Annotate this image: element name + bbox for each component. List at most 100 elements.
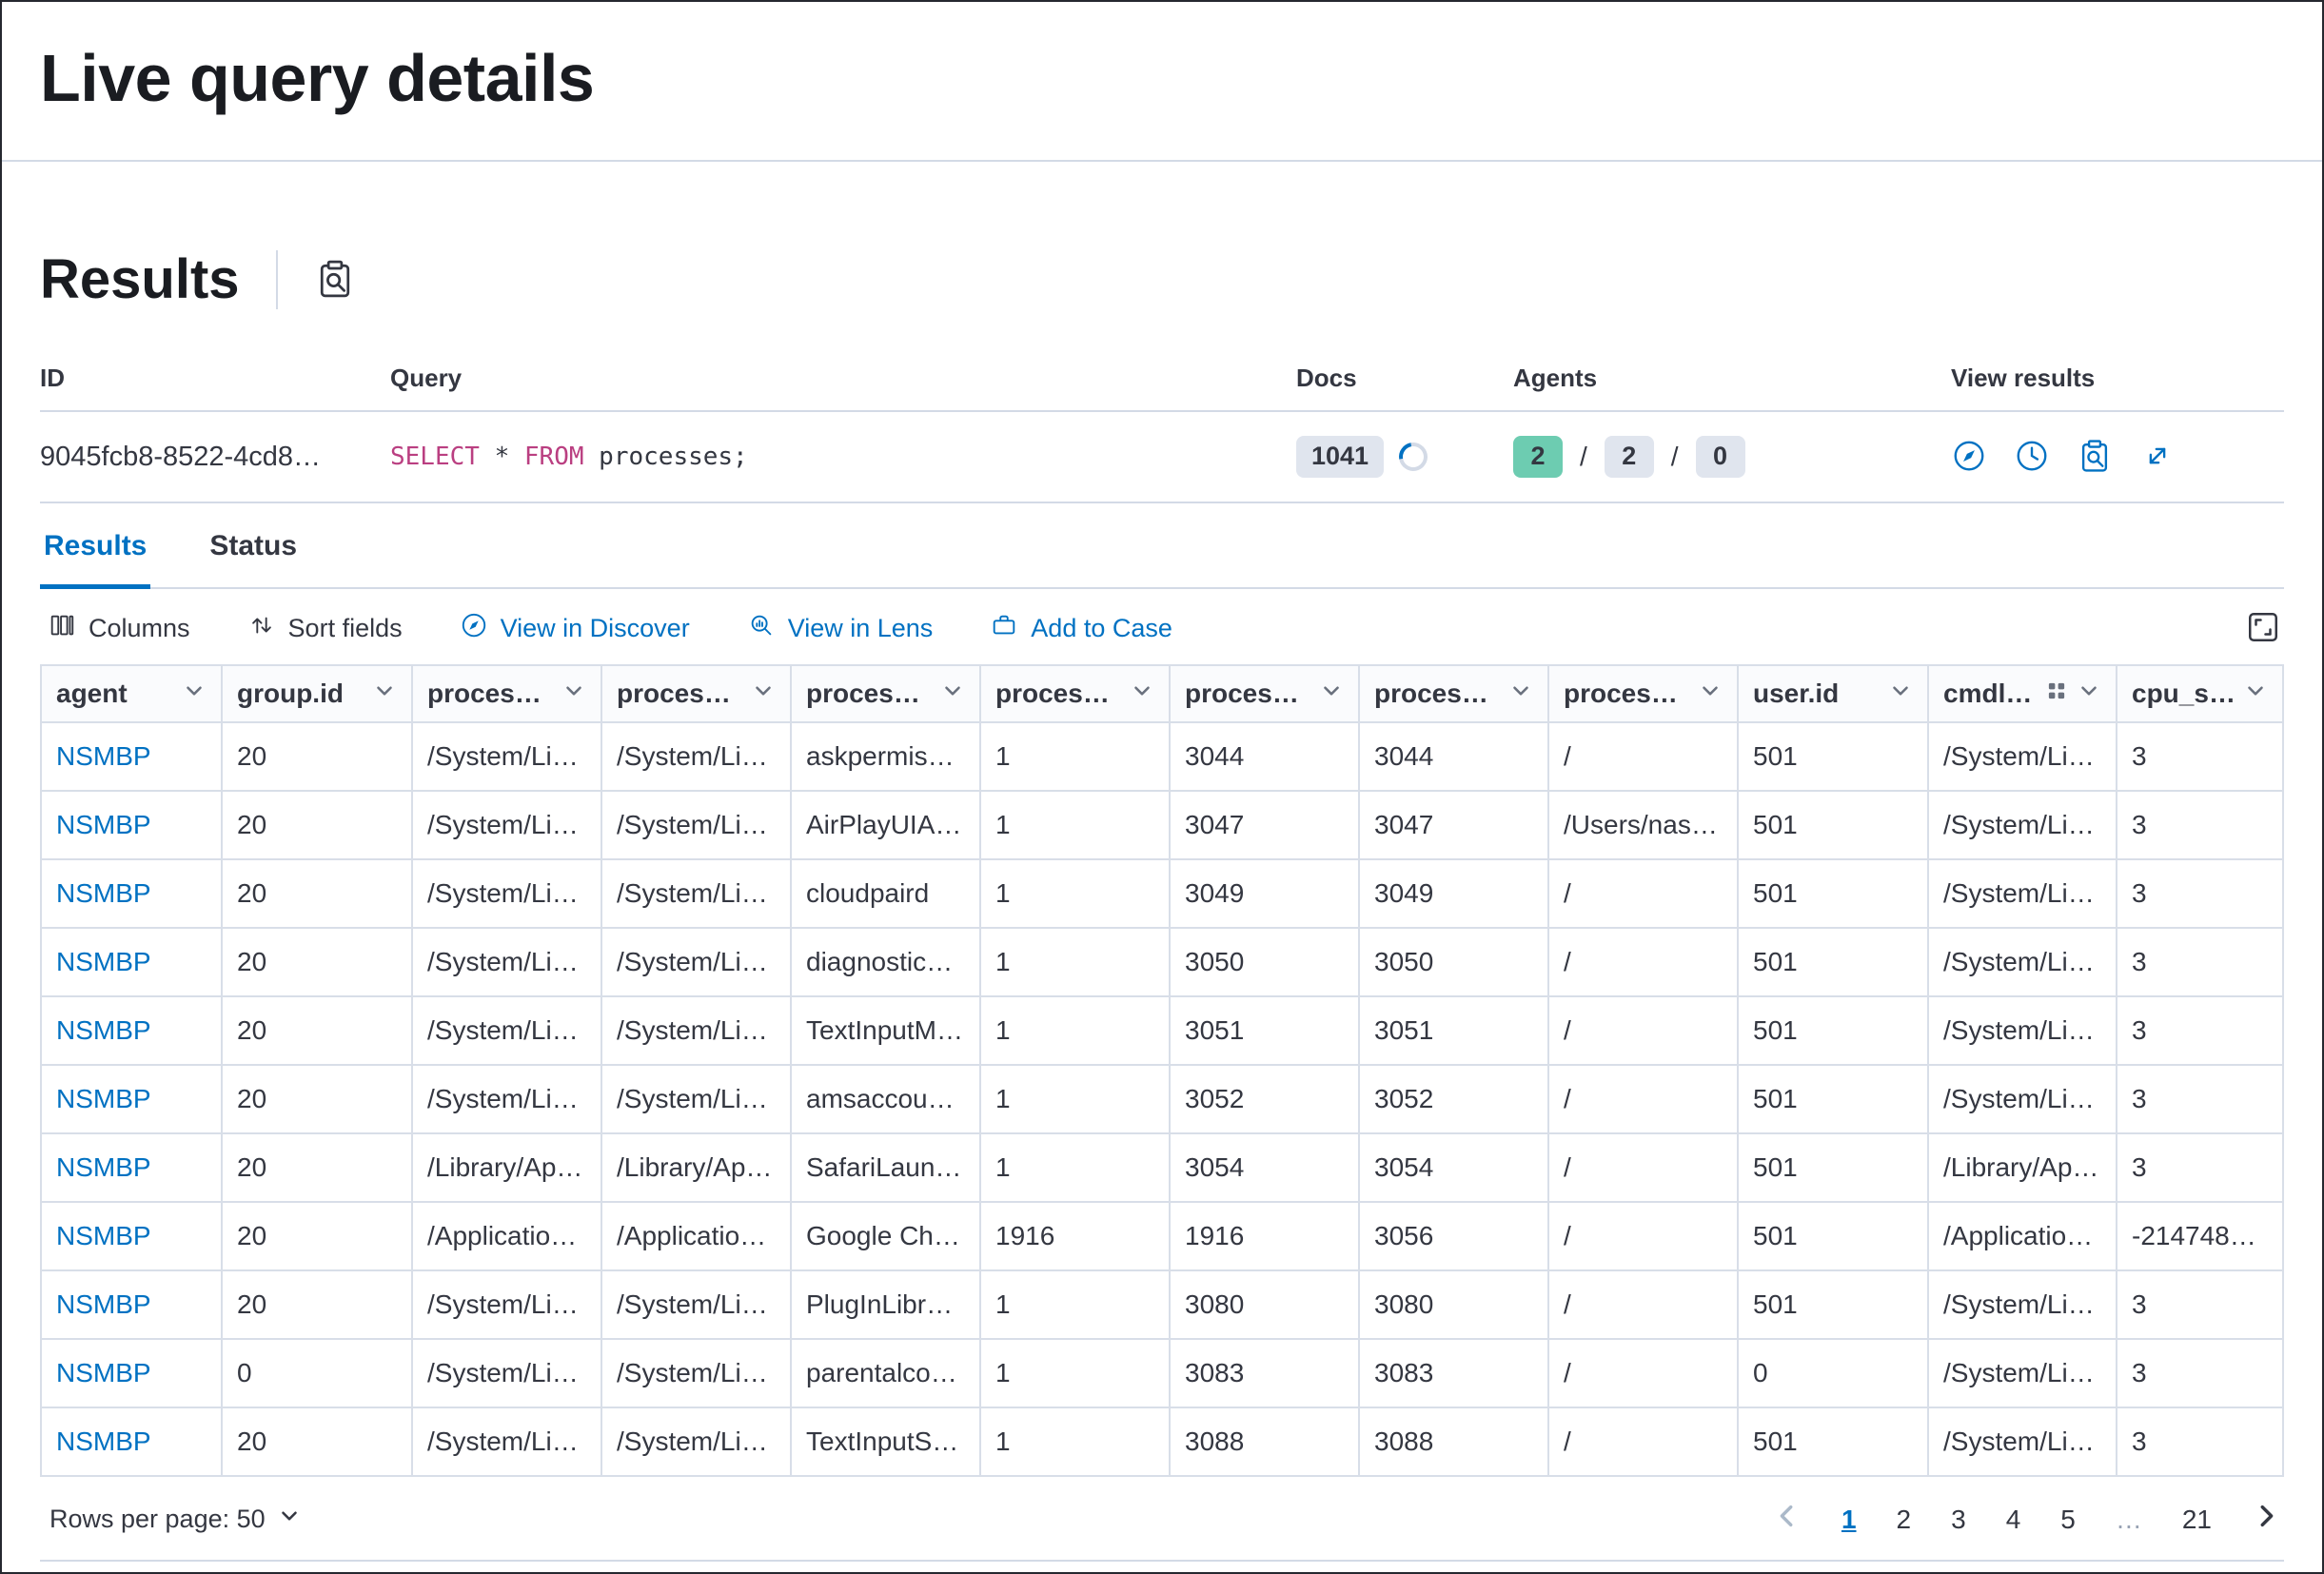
grid-header-row: agentgroup.idprocess.…process.…process.…… — [41, 665, 2283, 722]
grid-cell: 3044 — [1359, 722, 1548, 791]
grid-cell: /Applicatio… — [1928, 1202, 2117, 1270]
column-header-label: cpu_sub… — [2132, 679, 2235, 709]
column-header-process[interactable]: process.… — [412, 665, 601, 722]
pagination-previous-button[interactable] — [1773, 1502, 1802, 1537]
agent-link[interactable]: NSMBP — [56, 1015, 151, 1045]
grid-cell: /System/Li… — [1928, 996, 2117, 1065]
grid-cell: 3 — [2117, 1339, 2283, 1407]
pagination-pages: 12345…21 — [1841, 1505, 2212, 1535]
rows-per-page-button[interactable]: Rows per page: 50 — [44, 1503, 307, 1536]
sql-keyword-select: SELECT — [390, 443, 480, 471]
grid-cell: /System/Li… — [1928, 928, 2117, 996]
view-in-lens-link[interactable]: View in Lens — [741, 610, 939, 647]
agent-cell: NSMBP — [41, 791, 222, 859]
grid-cell: 3 — [2117, 996, 2283, 1065]
chevron-down-icon — [561, 679, 586, 710]
column-header-user-id[interactable]: user.id — [1738, 665, 1928, 722]
agent-link[interactable]: NSMBP — [56, 878, 151, 908]
pagination-page-1[interactable]: 1 — [1841, 1505, 1857, 1535]
column-header-process[interactable]: process.… — [1170, 665, 1359, 722]
grid-cell: 3052 — [1359, 1065, 1548, 1133]
inspect-icon — [2077, 438, 2113, 477]
grid-cell: 20 — [222, 1407, 412, 1476]
column-header-cpu-sub[interactable]: cpu_sub… — [2117, 665, 2283, 722]
agent-link[interactable]: NSMBP — [56, 1152, 151, 1182]
grid-footer: Rows per page: 50 12345…21 — [40, 1477, 2284, 1562]
fullscreen-button[interactable] — [2244, 608, 2282, 649]
agent-cell: NSMBP — [41, 1270, 222, 1339]
chevron-down-icon — [2243, 679, 2268, 710]
grid-body: NSMBP20/System/Li…/System/Li…askpermiss…… — [41, 722, 2283, 1476]
grid-cell: /System/Li… — [1928, 1270, 2117, 1339]
agent-link[interactable]: NSMBP — [56, 741, 151, 771]
grid-cell: /System/Li… — [412, 1339, 601, 1407]
grid-cell: 3049 — [1359, 859, 1548, 928]
chevron-right-icon — [2252, 1506, 2280, 1536]
inspect-button[interactable] — [314, 258, 356, 303]
view-in-lens-button[interactable] — [2014, 438, 2050, 477]
page-title: Live query details — [40, 38, 2284, 118]
lens-icon — [2014, 438, 2050, 477]
grid-cell: 3044 — [1170, 722, 1359, 791]
column-header-process[interactable]: process.… — [791, 665, 980, 722]
pagination-page-21[interactable]: 21 — [2182, 1505, 2212, 1535]
results-data-grid: agentgroup.idprocess.…process.…process.…… — [40, 664, 2284, 1477]
grid-cell: /System/Li… — [412, 928, 601, 996]
summary-header-row: ID Query Docs Agents View results — [40, 364, 2284, 412]
open-results-button[interactable] — [2139, 438, 2176, 477]
column-header-group-id[interactable]: group.id — [222, 665, 412, 722]
summary-header-docs: Docs — [1296, 364, 1513, 393]
grid-cell: /System/Li… — [412, 722, 601, 791]
view-results-inspect-button[interactable] — [2077, 438, 2113, 477]
table-row: NSMBP20/System/Li…/System/Li…AirPlayUIA…… — [41, 791, 2283, 859]
column-header-agent[interactable]: agent — [41, 665, 222, 722]
rows-per-page-label: Rows per page: 50 — [49, 1505, 266, 1534]
column-header-process[interactable]: process.… — [1359, 665, 1548, 722]
columns-button[interactable]: Columns — [42, 610, 196, 647]
agent-link[interactable]: NSMBP — [56, 1358, 151, 1387]
add-to-case-label: Add to Case — [1031, 614, 1172, 643]
view-in-discover-button[interactable] — [1951, 438, 1987, 477]
column-header-process[interactable]: process.… — [601, 665, 791, 722]
column-header-label: process.… — [995, 679, 1122, 709]
agent-link[interactable]: NSMBP — [56, 947, 151, 976]
agent-link[interactable]: NSMBP — [56, 1426, 151, 1456]
tab-results[interactable]: Results — [40, 526, 150, 587]
grid-cell: 3080 — [1359, 1270, 1548, 1339]
column-header-process[interactable]: process.… — [980, 665, 1170, 722]
grid-cell: /Library/Ap… — [412, 1133, 601, 1202]
pagination-page-2[interactable]: 2 — [1897, 1505, 1912, 1535]
grid-cell: 20 — [222, 1202, 412, 1270]
agent-link[interactable]: NSMBP — [56, 1221, 151, 1250]
view-in-discover-link[interactable]: View in Discover — [454, 610, 696, 647]
agent-cell: NSMBP — [41, 722, 222, 791]
agent-link[interactable]: NSMBP — [56, 1289, 151, 1319]
pagination-next-button[interactable] — [2252, 1502, 2280, 1537]
agent-link[interactable]: NSMBP — [56, 1084, 151, 1113]
add-to-case-link[interactable]: Add to Case — [984, 610, 1178, 647]
fullscreen-icon — [2244, 608, 2282, 649]
agents-cell: 2 / 2 / 0 — [1513, 436, 1951, 478]
sort-fields-button[interactable]: Sort fields — [242, 610, 408, 647]
pagination-page-5[interactable]: 5 — [2060, 1505, 2076, 1535]
agent-cell: NSMBP — [41, 1407, 222, 1476]
pagination-page-4[interactable]: 4 — [2006, 1505, 2021, 1535]
grid-cell: / — [1548, 1339, 1738, 1407]
column-header-label: group.id — [237, 679, 364, 709]
grid-cell: /System/Li… — [1928, 722, 2117, 791]
grid-cell: 1916 — [1170, 1202, 1359, 1270]
grid-cell: 501 — [1738, 859, 1928, 928]
pagination-page-3[interactable]: 3 — [1951, 1505, 1966, 1535]
agent-link[interactable]: NSMBP — [56, 810, 151, 839]
column-header-cmdline[interactable]: cmdline — [1928, 665, 2117, 722]
grid-cell: 501 — [1738, 791, 1928, 859]
column-header-label: process.… — [1374, 679, 1501, 709]
grid-cell: /System/Li… — [1928, 1407, 2117, 1476]
column-header-label: process.… — [427, 679, 554, 709]
columns-icon — [48, 611, 76, 646]
table-row: NSMBP20/System/Li…/System/Li…TextInputM…… — [41, 996, 2283, 1065]
tab-status[interactable]: Status — [206, 526, 301, 587]
query-id: 9045fcb8-8522-4cd8… — [40, 442, 390, 473]
grid-cell: 3080 — [1170, 1270, 1359, 1339]
column-header-process[interactable]: process.… — [1548, 665, 1738, 722]
